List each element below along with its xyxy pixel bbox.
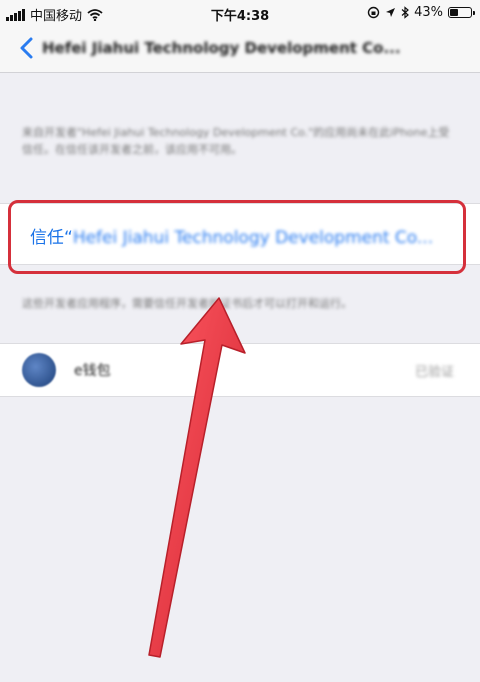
status-right: 43% [367, 5, 475, 20]
battery-icon [448, 7, 475, 18]
status-bar: 中国移动 下午4:38 43% [0, 0, 480, 26]
navigation-bar: Hefei Jiahui Technology Development Co..… [0, 26, 480, 73]
back-chevron-icon[interactable] [14, 34, 42, 62]
page-title: Hefei Jiahui Technology Development Co..… [42, 39, 401, 57]
trust-note: 这些开发者应用程序，需要信任开发者的证书后才可以打开和运行。 [22, 297, 352, 310]
app-name: e钱包 [74, 363, 111, 379]
bluetooth-icon [401, 6, 410, 19]
app-list-item: e钱包 已验证 [0, 343, 480, 397]
app-verification-status: 已验证 [414, 365, 454, 380]
developer-description: 来自开发者"Hefei Jiahui Technology Developmen… [22, 126, 450, 156]
location-icon [386, 8, 396, 17]
battery-fill [450, 9, 459, 16]
annotation-arrow-icon [148, 297, 246, 658]
rotation-lock-icon [367, 6, 380, 19]
app-icon [22, 353, 56, 387]
highlight-annotation-box [8, 200, 466, 274]
battery-percent: 43% [414, 5, 443, 20]
